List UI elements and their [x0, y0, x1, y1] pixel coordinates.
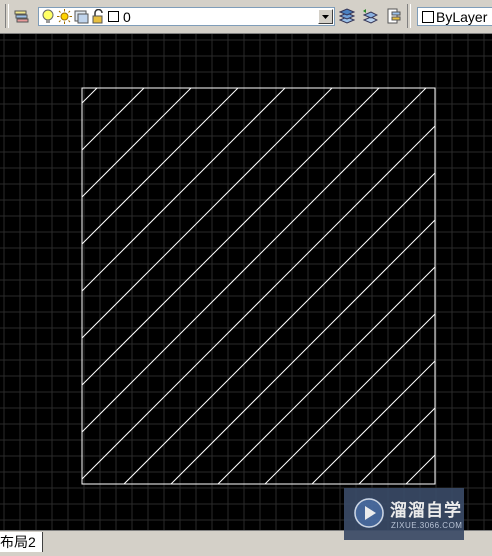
- layer-states-icon[interactable]: [386, 8, 402, 24]
- play-logo-icon: [354, 498, 384, 528]
- layer-color-swatch-icon: [108, 11, 119, 22]
- layer-name: 0: [123, 9, 131, 25]
- layer-toolbar: 0 ByLayer: [0, 0, 492, 34]
- watermark: 溜溜自学 ZIXUE.3066.COM: [344, 488, 464, 540]
- toolbar-separator: [407, 4, 411, 28]
- color-swatch: [422, 11, 434, 23]
- watermark-brand: 溜溜自学: [390, 501, 462, 520]
- bulb-icon[interactable]: [41, 9, 55, 25]
- tab-layout2[interactable]: 布局2: [0, 532, 43, 552]
- layer-dropdown-button[interactable]: [318, 9, 333, 24]
- chevron-down-icon: [322, 15, 329, 19]
- layer-combobox[interactable]: 0: [38, 7, 335, 26]
- toolbar-grip[interactable]: [5, 4, 9, 28]
- layer-previous-icon[interactable]: [362, 8, 378, 24]
- layer-manager-icon[interactable]: [14, 8, 30, 24]
- freeze-viewport-icon[interactable]: [74, 9, 89, 24]
- sun-icon[interactable]: [57, 9, 72, 24]
- color-value: ByLayer: [436, 9, 488, 25]
- make-current-icon[interactable]: [339, 8, 355, 24]
- drawing-canvas[interactable]: [0, 34, 492, 530]
- color-combobox[interactable]: ByLayer: [417, 7, 492, 26]
- lock-icon[interactable]: [91, 9, 106, 24]
- watermark-url: ZIXUE.3066.COM: [391, 521, 463, 530]
